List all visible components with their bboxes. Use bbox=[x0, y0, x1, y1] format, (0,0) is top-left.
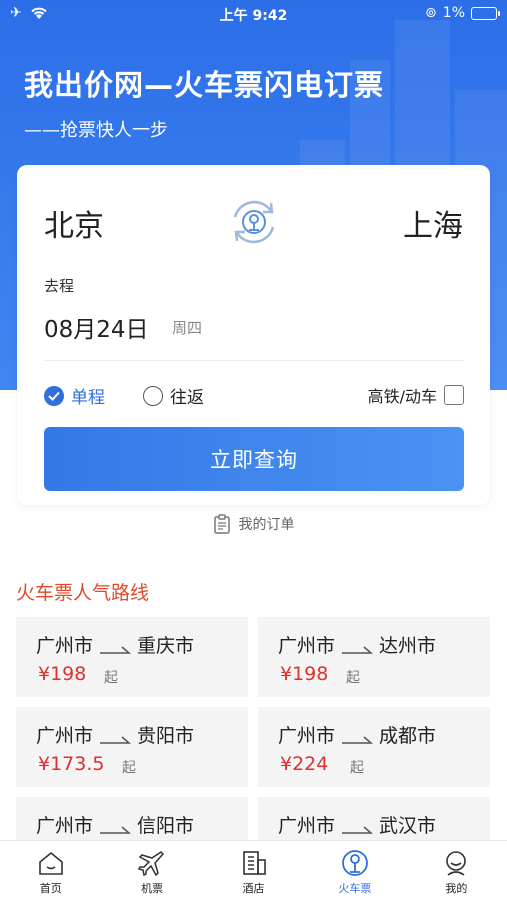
radio-unchecked-icon bbox=[143, 385, 163, 406]
departure-label: 去程 bbox=[44, 277, 75, 295]
route-to: 武汉市 bbox=[379, 815, 437, 837]
battery-percent: 1% bbox=[442, 5, 465, 21]
app-screen: ✈ 上午 9:42 ⊚ 1% 我出价网—火车票闪电订票 ——抢票快人一步 北京 … bbox=[0, 0, 507, 900]
route-from: 广州市 bbox=[36, 725, 94, 747]
divider bbox=[44, 360, 464, 361]
departure-city[interactable]: 北京 bbox=[44, 201, 104, 245]
high-speed-checkbox[interactable] bbox=[444, 385, 464, 405]
departure-weekday: 周四 bbox=[172, 319, 203, 337]
one-way-label: 单程 bbox=[71, 388, 105, 408]
high-speed-filter[interactable]: 高铁/动车 bbox=[368, 383, 464, 407]
hero-title: 我出价网—火车票闪电订票 bbox=[24, 68, 385, 102]
route-arrow-icon bbox=[99, 819, 132, 834]
route-card[interactable]: 广州市 贵阳市 ¥173.5 起 bbox=[16, 707, 248, 787]
route-to: 成都市 bbox=[379, 725, 437, 747]
plane-icon bbox=[138, 851, 165, 877]
route-price: ¥198 bbox=[38, 663, 87, 685]
search-button[interactable]: 立即查询 bbox=[44, 427, 464, 491]
popular-routes-title: 火车票人气路线 bbox=[16, 582, 150, 604]
user-icon bbox=[446, 851, 467, 876]
route-card[interactable]: 广州市 重庆市 ¥198 起 bbox=[16, 617, 248, 697]
high-speed-label: 高铁/动车 bbox=[367, 387, 437, 406]
route-from: 广州市 bbox=[278, 815, 336, 837]
tab-label: 我的 bbox=[445, 882, 468, 895]
price-suffix: 起 bbox=[104, 670, 118, 686]
price-suffix: 起 bbox=[122, 760, 136, 776]
radio-checked-icon bbox=[44, 385, 64, 406]
route-to: 信阳市 bbox=[137, 815, 195, 837]
price-suffix: 起 bbox=[350, 760, 364, 776]
route-arrow-icon bbox=[341, 819, 374, 834]
hotel-icon bbox=[242, 851, 266, 875]
route-price: ¥198 bbox=[280, 663, 329, 685]
route-card[interactable]: 广州市 成都市 ¥224 起 bbox=[258, 707, 490, 787]
route-from: 广州市 bbox=[278, 725, 336, 747]
route-arrow-icon bbox=[99, 729, 132, 744]
tab-profile[interactable]: 我的 bbox=[406, 841, 507, 900]
my-orders-link[interactable]: 我的订单 bbox=[0, 514, 507, 534]
status-bar: ✈ 上午 9:42 ⊚ 1% bbox=[0, 0, 507, 28]
route-to: 贵阳市 bbox=[137, 725, 195, 747]
route-to: 达州市 bbox=[379, 635, 437, 657]
battery-icon bbox=[471, 6, 500, 20]
tab-label: 火车票 bbox=[338, 882, 372, 895]
swap-icon bbox=[233, 200, 275, 244]
route-arrow-icon bbox=[99, 639, 132, 654]
tab-flights[interactable]: 机票 bbox=[101, 841, 202, 900]
round-trip-option[interactable]: 往返 bbox=[143, 383, 204, 408]
clipboard-icon bbox=[213, 514, 230, 534]
departure-date[interactable]: 08月24日 bbox=[44, 310, 149, 344]
price-suffix: 起 bbox=[346, 670, 360, 686]
route-price: ¥224 bbox=[280, 753, 329, 775]
route-arrow-icon bbox=[341, 729, 374, 744]
route-from: 广州市 bbox=[36, 635, 94, 657]
tab-label: 首页 bbox=[39, 882, 62, 895]
tab-train[interactable]: 火车票 bbox=[304, 841, 405, 900]
tab-label: 机票 bbox=[141, 882, 164, 895]
route-price: ¥173.5 bbox=[38, 753, 105, 775]
route-from: 广州市 bbox=[278, 635, 336, 657]
home-icon bbox=[38, 851, 63, 875]
swap-cities-button[interactable] bbox=[225, 193, 283, 251]
my-orders-label: 我的订单 bbox=[238, 517, 295, 533]
arrival-city[interactable]: 上海 bbox=[403, 201, 463, 245]
search-card: 北京 上海 去程 08月24日 周四 单程 往返 高铁/动车 立即查询 bbox=[17, 165, 490, 505]
route-to: 重庆市 bbox=[137, 635, 195, 657]
route-from: 广州市 bbox=[36, 815, 94, 837]
tab-hotel[interactable]: 酒店 bbox=[203, 841, 304, 900]
tab-home[interactable]: 首页 bbox=[0, 841, 101, 900]
route-card[interactable]: 广州市 达州市 ¥198 起 bbox=[258, 617, 490, 697]
hero-subtitle: ——抢票快人一步 bbox=[24, 120, 168, 141]
round-trip-label: 往返 bbox=[170, 388, 204, 408]
one-way-option[interactable]: 单程 bbox=[44, 383, 105, 408]
rotation-lock-icon: ⊚ bbox=[425, 5, 437, 21]
train-icon bbox=[342, 850, 368, 876]
route-arrow-icon bbox=[341, 639, 374, 654]
tab-label: 酒店 bbox=[242, 882, 265, 895]
bottom-tab-bar: 首页 机票 酒店 火车票 我的 bbox=[0, 840, 507, 900]
